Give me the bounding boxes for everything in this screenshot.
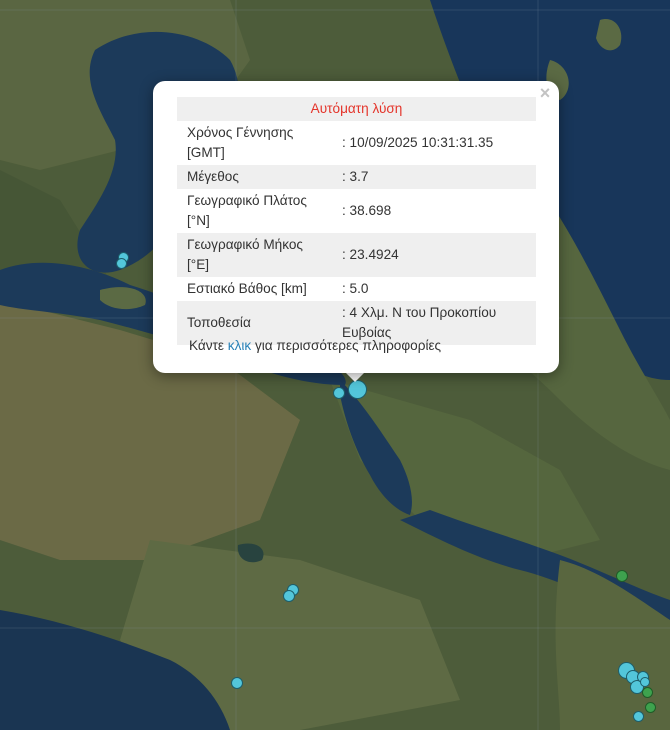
more-info-link[interactable]: κλικ: [228, 338, 251, 353]
earthquake-marker[interactable]: [283, 590, 295, 602]
depth-label: Εστιακό Βάθος [km]: [187, 281, 307, 296]
table-header-row: Αυτόματη λύση: [177, 97, 536, 121]
latitude-value: : 38.698: [342, 203, 392, 218]
earthquake-marker[interactable]: [633, 711, 644, 722]
solution-type-header: Αυτόματη λύση: [177, 97, 536, 121]
magnitude-value: : 3.7: [332, 165, 536, 189]
earthquake-marker-older[interactable]: [642, 687, 653, 698]
earthquake-marker-selected[interactable]: [348, 380, 367, 399]
close-popup-button[interactable]: ×: [537, 84, 553, 102]
table-row: Χρόνος Γέννησης [GMT] : 10/09/2025 10:31…: [177, 121, 536, 165]
earthquake-marker[interactable]: [333, 387, 345, 399]
more-info-text: Κάντε κλικ για περισσότερες πληροφορίες: [189, 338, 441, 353]
earthquake-marker[interactable]: [231, 677, 243, 689]
popup-tip: [345, 372, 365, 382]
more-info-prefix: Κάντε: [189, 338, 224, 353]
longitude-value: : 23.4924: [332, 233, 536, 277]
earthquake-marker[interactable]: [116, 258, 127, 269]
origin-time-value: : 10/09/2025 10:31:31.35: [342, 135, 494, 150]
table-row: Μέγεθος : 3.7: [177, 165, 536, 189]
earthquake-details-table: Αυτόματη λύση Χρόνος Γέννησης [GMT] : 10…: [177, 97, 536, 345]
latitude-label: Γεωγραφικό Πλάτος [°N]: [187, 193, 307, 228]
origin-time-label: Χρόνος Γέννησης [GMT]: [187, 125, 294, 160]
magnitude-label: Μέγεθος: [177, 165, 332, 189]
earthquake-info-popup: × Αυτόματη λύση Χρόνος Γέννησης [GMT] : …: [153, 81, 559, 373]
longitude-label: Γεωγραφικό Μήκος [°E]: [177, 233, 332, 277]
earthquake-marker[interactable]: [640, 677, 650, 687]
depth-value: : 5.0: [342, 281, 369, 296]
table-row: Γεωγραφικό Μήκος [°E] : 23.4924: [177, 233, 536, 277]
table-row: Εστιακό Βάθος [km] : 5.0: [177, 277, 536, 301]
earthquake-marker-older[interactable]: [645, 702, 656, 713]
earthquake-marker-older[interactable]: [616, 570, 628, 582]
table-row: Γεωγραφικό Πλάτος [°N] : 38.698: [177, 189, 536, 233]
more-info-suffix: για περισσότερες πληροφορίες: [254, 338, 442, 353]
